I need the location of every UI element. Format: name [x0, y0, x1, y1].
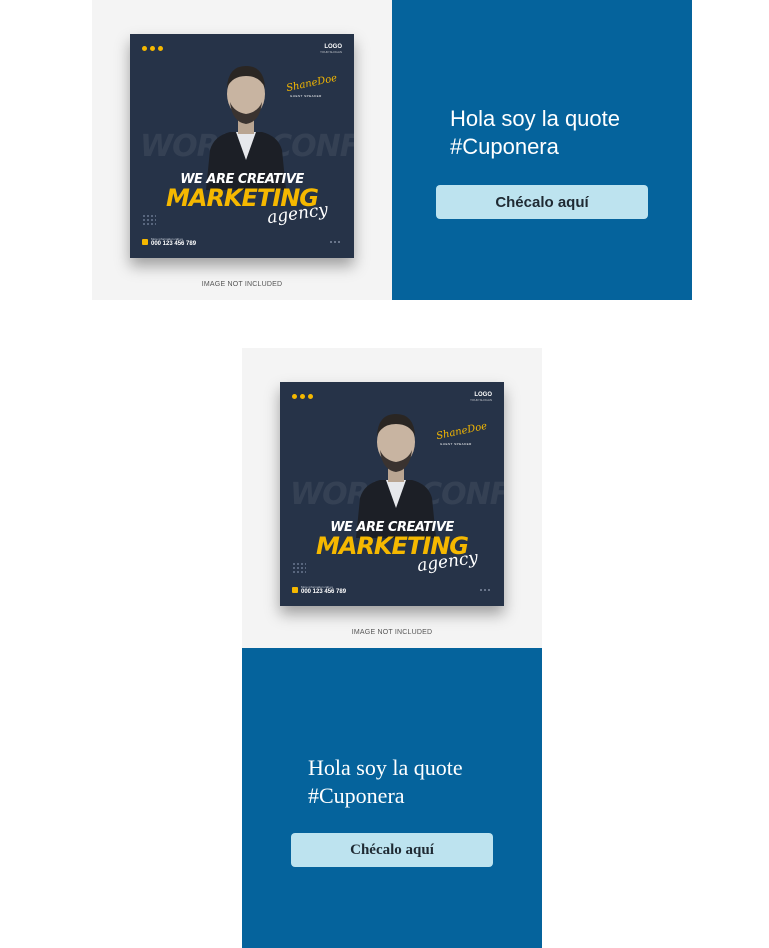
promo-card-horizontal: WORLD CONFERENCE LOGOYOUR SLOGAN ShaneDo…	[92, 0, 692, 300]
dots-decoration	[480, 589, 490, 591]
dot-grid-decoration	[292, 562, 306, 574]
poster-phone-number: 000 123 456 789	[151, 241, 197, 247]
image-caption: IMAGE NOT INCLUDED	[351, 629, 433, 636]
social-icons	[142, 46, 163, 51]
promo-image: WORLD CONFERENCE LOGOYOUR SLOGAN ShaneDo…	[242, 348, 542, 648]
check-here-button[interactable]: Chécalo aquí	[436, 185, 648, 219]
check-here-button[interactable]: Chécalo aquí	[291, 833, 493, 867]
dot-grid-decoration	[142, 214, 156, 226]
dots-decoration	[330, 241, 340, 243]
quote-panel: Hola soy la quote #Cuponera Chécalo aquí	[242, 648, 542, 948]
social-icons	[292, 394, 313, 399]
speaker-role: GUEST SPEAKER	[290, 94, 322, 98]
poster-contact: More information call us 000 123 456 789	[292, 585, 346, 595]
speaker-signature: ShaneDoe	[285, 72, 339, 95]
quote-panel: Hola soy la quote #Cuponera Chécalo aquí	[392, 0, 692, 300]
promo-card-vertical: WORLD CONFERENCE LOGOYOUR SLOGAN ShaneDo…	[242, 348, 542, 948]
marketing-poster: WORLD CONFERENCE LOGOYOUR SLOGAN ShaneDo…	[130, 34, 354, 258]
poster-phone-number: 000 123 456 789	[301, 589, 347, 595]
quote-text: Hola soy la quote #Cuponera	[308, 755, 463, 808]
phone-icon	[292, 587, 298, 593]
quote-text: Hola soy la quote #Cuponera	[450, 106, 620, 159]
phone-icon	[142, 239, 148, 245]
speaker-signature: ShaneDoe	[435, 420, 489, 443]
image-caption: IMAGE NOT INCLUDED	[201, 281, 283, 288]
promo-image: WORLD CONFERENCE LOGOYOUR SLOGAN ShaneDo…	[92, 0, 392, 300]
speaker-photo	[356, 414, 436, 538]
speaker-photo	[206, 66, 286, 190]
marketing-poster: WORLD CONFERENCE LOGOYOUR SLOGAN ShaneDo…	[280, 382, 504, 606]
poster-logo: LOGO YOUR SLOGAN	[319, 44, 342, 54]
poster-logo: LOGO YOUR SLOGAN	[469, 392, 492, 402]
poster-contact: More information call us 000 123 456 789	[142, 237, 196, 247]
speaker-role: GUEST SPEAKER	[440, 442, 472, 446]
